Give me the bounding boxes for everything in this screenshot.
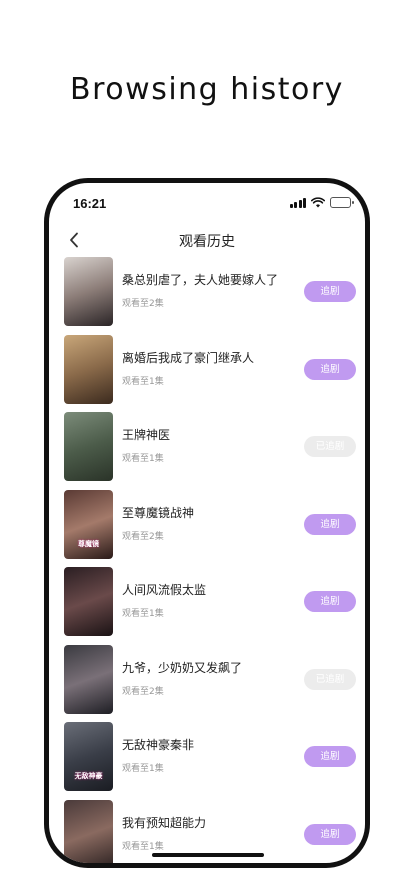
history-item[interactable]: 人间风流假太监观看至1集 追剧: [49, 567, 365, 645]
drama-cover-image[interactable]: [64, 334, 113, 404]
follow-button[interactable]: 追剧: [304, 513, 356, 535]
drama-cover-image[interactable]: [64, 567, 113, 636]
drama-cover-image[interactable]: [64, 644, 113, 714]
drama-cover-image[interactable]: [64, 412, 113, 481]
cellular-signal-icon: [289, 197, 306, 208]
history-item[interactable]: 王牌神医观看至1集 已追剧: [49, 412, 365, 490]
followed-button[interactable]: 已追剧: [304, 436, 356, 457]
watch-progress: 观看至1集: [122, 454, 164, 464]
drama-title[interactable]: 至尊魔镜战神: [122, 504, 194, 521]
drama-title[interactable]: 人间风流假太监: [122, 581, 206, 598]
watch-progress: 观看至2集: [122, 299, 164, 309]
status-time: 16:21: [73, 196, 107, 211]
drama-cover-image[interactable]: 无敌神豪: [64, 722, 113, 791]
status-bar: 16:21: [49, 183, 365, 223]
drama-title[interactable]: 无敌神豪秦非: [122, 736, 194, 753]
battery-icon: [330, 197, 354, 208]
followed-button[interactable]: 已追剧: [304, 668, 356, 690]
watch-progress: 观看至1集: [122, 609, 164, 619]
page-title: 观看历史: [179, 234, 235, 250]
watch-progress: 观看至2集: [122, 531, 164, 542]
watch-progress: 观看至1集: [122, 376, 164, 387]
phone-frame: 16:21 观看历史 桑总别虐了，夫人她要嫁人了 观看至2集 追剧 离婚后我成了豪门继…: [44, 178, 370, 868]
drama-cover-image[interactable]: [64, 257, 113, 326]
history-item[interactable]: 九爷，少奶奶又发飙了观看至2集 已追剧: [49, 644, 365, 723]
cover-title-text: 无敌神豪: [74, 772, 103, 781]
drama-title[interactable]: 我有预知超能力: [122, 814, 206, 831]
watch-progress: 观看至1集: [122, 764, 164, 774]
status-icons: [289, 197, 354, 208]
nav-bar: 观看历史: [49, 223, 365, 257]
watch-progress: 观看至1集: [122, 841, 164, 852]
history-item[interactable]: 桑总别虐了，夫人她要嫁人了观看至2集 追剧: [49, 257, 365, 335]
drama-cover-image[interactable]: [64, 799, 113, 863]
follow-button[interactable]: 追剧: [304, 746, 356, 767]
drama-title[interactable]: 九爷，少奶奶又发飙了: [122, 659, 242, 676]
history-item[interactable]: 尊魔镜 至尊魔镜战神观看至2集 追剧: [49, 489, 365, 568]
drama-title[interactable]: 桑总别虐了，夫人她要嫁人了: [122, 271, 278, 288]
history-item[interactable]: 离婚后我成了豪门继承人观看至1集 追剧: [49, 334, 365, 413]
drama-title[interactable]: 王牌神医: [122, 426, 170, 443]
history-item[interactable]: 我有预知超能力观看至1集 追剧: [49, 799, 365, 863]
history-list: 桑总别虐了，夫人她要嫁人了 观看至2集 追剧 离婚后我成了豪门继承人 观看至1集 追剧 王牌…: [49, 257, 365, 863]
drama-cover-image[interactable]: 尊魔镜: [64, 489, 113, 559]
follow-button[interactable]: 追剧: [304, 823, 356, 845]
drama-title[interactable]: 离婚后我成了豪门继承人: [122, 349, 254, 366]
history-item[interactable]: 无敌神豪 无敌神豪秦非观看至1集 追剧: [49, 722, 365, 800]
home-indicator: [152, 853, 264, 857]
wifi-icon: [311, 197, 325, 208]
follow-button[interactable]: 追剧: [304, 281, 356, 302]
follow-button[interactable]: 追剧: [304, 358, 356, 380]
cover-title-text: 尊魔镜: [78, 539, 99, 548]
page-headline: Browsing history: [70, 72, 344, 107]
follow-button[interactable]: 追剧: [304, 591, 356, 612]
watch-progress: 观看至2集: [122, 686, 164, 697]
